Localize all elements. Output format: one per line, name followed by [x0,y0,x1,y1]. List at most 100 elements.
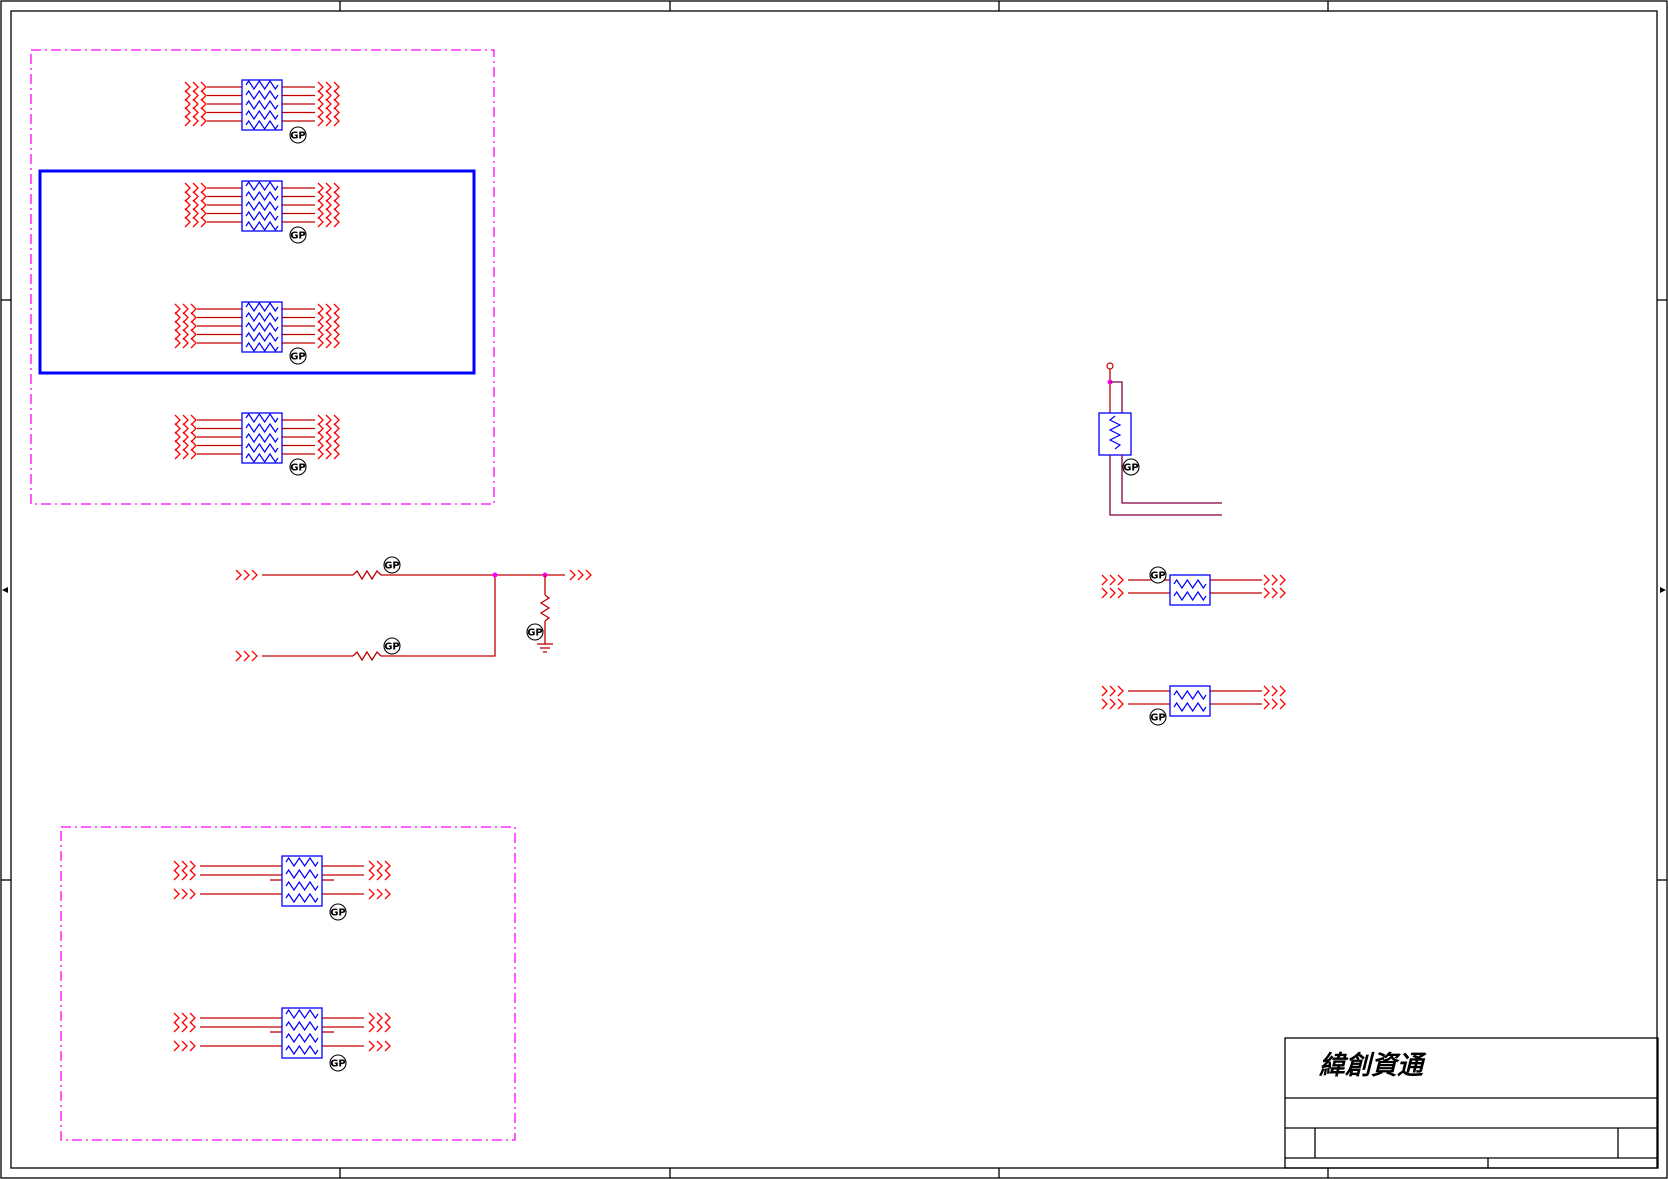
offpage-connector-icon [317,431,340,443]
offpage-connector-icon [1263,574,1286,586]
offpage-connector-icon [317,414,340,426]
svg-text:GP: GP [290,231,306,242]
gp-marker-icon: GP [329,903,347,921]
offpage-connector-icon [1263,587,1286,599]
offpage-connector-icon [184,191,207,202]
small-resistor-arrays: GP GP [1101,566,1286,726]
gp-marker-icon: GP [383,556,401,574]
offpage-connector-icon [368,1040,391,1052]
offpage-connector-icon [368,860,391,872]
offpage-connector-icon [569,569,592,581]
offpage-connector-icon [235,650,258,662]
offpage-connector-icon [184,107,207,118]
offpage-connector-icon [174,448,197,460]
offpage-connector-icon [173,1021,196,1033]
offpage-connector-icon [235,569,258,581]
offpage-connector-icon [368,1021,391,1033]
offpage-connector-icon [317,216,340,228]
offpage-connector-icon [1101,685,1124,697]
gp-marker-icon: GP [1149,708,1167,726]
offpage-connector-icon [173,860,196,872]
resistor-array: GP [184,79,340,144]
offpage-connector-icon [1263,685,1286,697]
offpage-connector-icon [174,312,197,323]
svg-text:GP: GP [384,561,400,572]
schematic-sheet: GPGPGPGP GPGP GPGP GPGPGP GP 緯創資通 [0,0,1668,1179]
offpage-connector-icon [184,208,207,219]
svg-text:GP: GP [384,642,400,653]
offpage-connector-icon [184,182,207,194]
resistor-network: GP GP GP [235,556,592,662]
pullup-resistor: GP [1098,362,1222,516]
offpage-connector-icon [368,869,391,881]
offpage-connector-icon [317,312,340,323]
gp-marker-icon: GP [1149,566,1167,584]
svg-text:GP: GP [330,908,346,919]
svg-text:GP: GP [1150,571,1166,582]
offpage-connector-icon [174,423,197,434]
resistor-array-group-top: GP GP GP GP [174,79,340,476]
offpage-connector-icon [184,98,207,110]
offpage-connector-icon [317,320,340,332]
offpage-connector-icon [174,337,197,349]
offpage-connector-icon [173,1040,196,1052]
offpage-connector-icon [184,199,207,211]
gp-marker-icon: GP [329,1054,347,1072]
offpage-connector-icon [317,98,340,110]
offpage-connector-icon [368,1012,391,1024]
offpage-connector-icon [1101,698,1124,710]
company-name: 緯創資通 [1318,1051,1427,1081]
offpage-connector-icon [317,440,340,451]
offpage-connector-icon [317,448,340,460]
offpage-connector-icon [317,199,340,211]
svg-text:GP: GP [290,463,306,474]
resistor-array: GP [174,301,340,365]
svg-text:GP: GP [1123,463,1139,474]
gp-marker-icon: GP [526,623,544,641]
gp-marker-icon: GP [289,347,307,365]
offpage-connector-icon [184,81,207,93]
offpage-connector-icon [317,81,340,93]
offpage-connector-icon [317,329,340,340]
offpage-connector-icon [173,888,196,900]
offpage-connector-icon [317,191,340,202]
offpage-connector-icon [174,303,197,315]
gp-marker-icon: GP [1122,458,1140,476]
offpage-connector-icon [1263,698,1286,710]
offpage-connector-icon [368,888,391,900]
offpage-connector-icon [174,440,197,451]
offpage-connector-icon [317,90,340,101]
resistor-array: GP [184,180,340,244]
offpage-connector-icon [184,90,207,101]
offpage-connector-icon [184,216,207,228]
resistor-array-body [1169,685,1211,717]
offpage-connector-icon [317,115,340,127]
gp-marker-icon: GP [289,126,307,144]
svg-text:GP: GP [290,131,306,142]
gp-marker-icon: GP [289,226,307,244]
resistor-array-group-bottom: GP GP [173,855,391,1072]
offpage-connector-icon [317,303,340,315]
offpage-connector-icon [1101,574,1124,586]
offpage-connector-icon [174,431,197,443]
sheet-border [0,0,1668,1179]
offpage-connector-icon [174,414,197,426]
resistor-array-body [1169,574,1211,606]
offpage-connector-icon [174,320,197,332]
offpage-connector-icon [317,337,340,349]
svg-text:GP: GP [330,1059,346,1070]
offpage-connector-icon [1101,587,1124,599]
svg-text:GP: GP [1150,713,1166,724]
svg-text:GP: GP [527,628,543,639]
offpage-connector-icon [173,1012,196,1024]
svg-text:GP: GP [290,352,306,363]
title-block: 緯創資通 [1284,1037,1659,1169]
offpage-connector-icon [317,208,340,219]
offpage-connector-icon [317,107,340,118]
offpage-connector-icon [184,115,207,127]
offpage-connector-icon [317,182,340,194]
gp-marker-icon: GP [383,637,401,655]
offpage-connector-icon [317,423,340,434]
offpage-connector-icon [174,329,197,340]
resistor-array: GP [174,412,340,476]
